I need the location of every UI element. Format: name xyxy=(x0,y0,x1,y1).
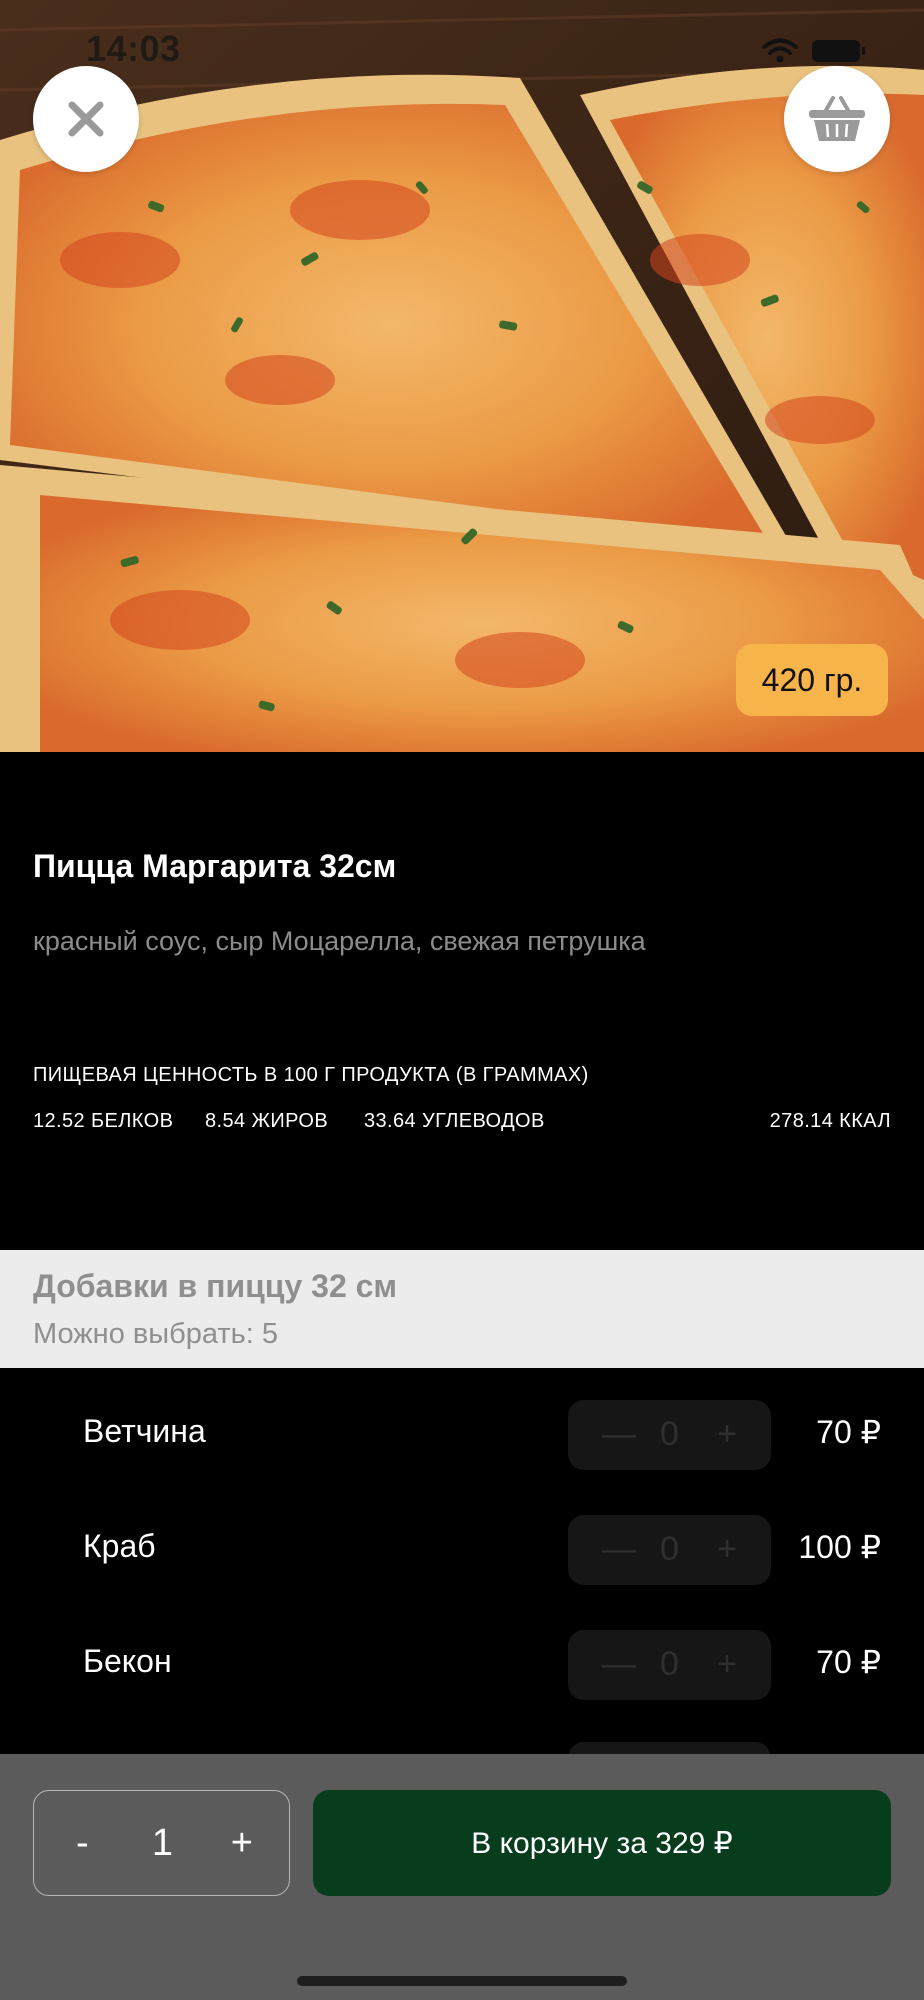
addon-plus-button[interactable]: + xyxy=(717,1412,737,1456)
wifi-icon xyxy=(762,38,798,63)
addon-row-ham: Ветчина — 0 + 70 ₽ xyxy=(0,1400,924,1470)
additions-header: Добавки в пиццу 32 см Можно выбрать: 5 xyxy=(0,1250,924,1368)
add-to-cart-button[interactable]: В корзину за 329 ₽ xyxy=(313,1790,891,1896)
basket-button[interactable] xyxy=(784,66,890,172)
addon-price: 70 ₽ xyxy=(816,1414,881,1450)
addon-name: Краб xyxy=(83,1528,156,1564)
quantity-stepper: - 1 + xyxy=(33,1790,290,1896)
nutrition-kcal: 278.14 ККАЛ xyxy=(769,1110,891,1132)
addon-count: 0 xyxy=(660,1645,679,1683)
status-icons xyxy=(762,38,865,64)
additions-subtitle: Можно выбрать: 5 xyxy=(33,1318,278,1350)
quantity-plus-button[interactable]: + xyxy=(231,1819,253,1867)
weight-badge: 420 гр. xyxy=(736,644,888,716)
addon-stepper: — 0 + xyxy=(568,1515,771,1585)
addon-name: Ветчина xyxy=(83,1413,206,1449)
status-time: 14:03 xyxy=(86,28,181,69)
addon-count: 0 xyxy=(660,1530,679,1568)
close-icon xyxy=(68,101,104,137)
product-description: красный соус, сыр Моцарелла, свежая петр… xyxy=(33,926,646,956)
addon-stepper: — 0 + xyxy=(568,1400,771,1470)
addon-row-crab: Краб — 0 + 100 ₽ xyxy=(0,1515,924,1585)
addon-plus-button[interactable]: + xyxy=(717,1527,737,1571)
addon-row-bacon: Бекон — 0 + 70 ₽ xyxy=(0,1630,924,1700)
nutrition-fat: 8.54 ЖИРОВ xyxy=(205,1110,329,1132)
addon-stepper: — 0 + xyxy=(568,1630,771,1700)
nutrition-heading: ПИЩЕВАЯ ЦЕННОСТЬ В 100 Г ПРОДУКТА (В ГРА… xyxy=(33,1064,589,1086)
nutrition-protein: 12.52 БЕЛКОВ xyxy=(33,1110,174,1132)
product-title: Пицца Маргарита 32см xyxy=(33,848,397,884)
additions-title: Добавки в пиццу 32 см xyxy=(33,1268,398,1304)
addon-count: 0 xyxy=(660,1415,679,1453)
battery-icon xyxy=(812,40,865,62)
addon-price: 70 ₽ xyxy=(816,1644,881,1680)
nutrition-carbs: 33.64 УГЛЕВОДОВ xyxy=(364,1110,545,1132)
product-image: 14:03 420 гр. xyxy=(0,0,924,752)
basket-icon xyxy=(809,96,865,141)
addon-plus-button[interactable]: + xyxy=(717,1642,737,1686)
home-indicator xyxy=(297,1976,627,1986)
bottom-bar: - 1 + В корзину за 329 ₽ xyxy=(0,1754,924,2000)
addon-name: Бекон xyxy=(83,1643,172,1679)
close-button[interactable] xyxy=(33,66,139,172)
addon-price: 100 ₽ xyxy=(798,1529,881,1565)
